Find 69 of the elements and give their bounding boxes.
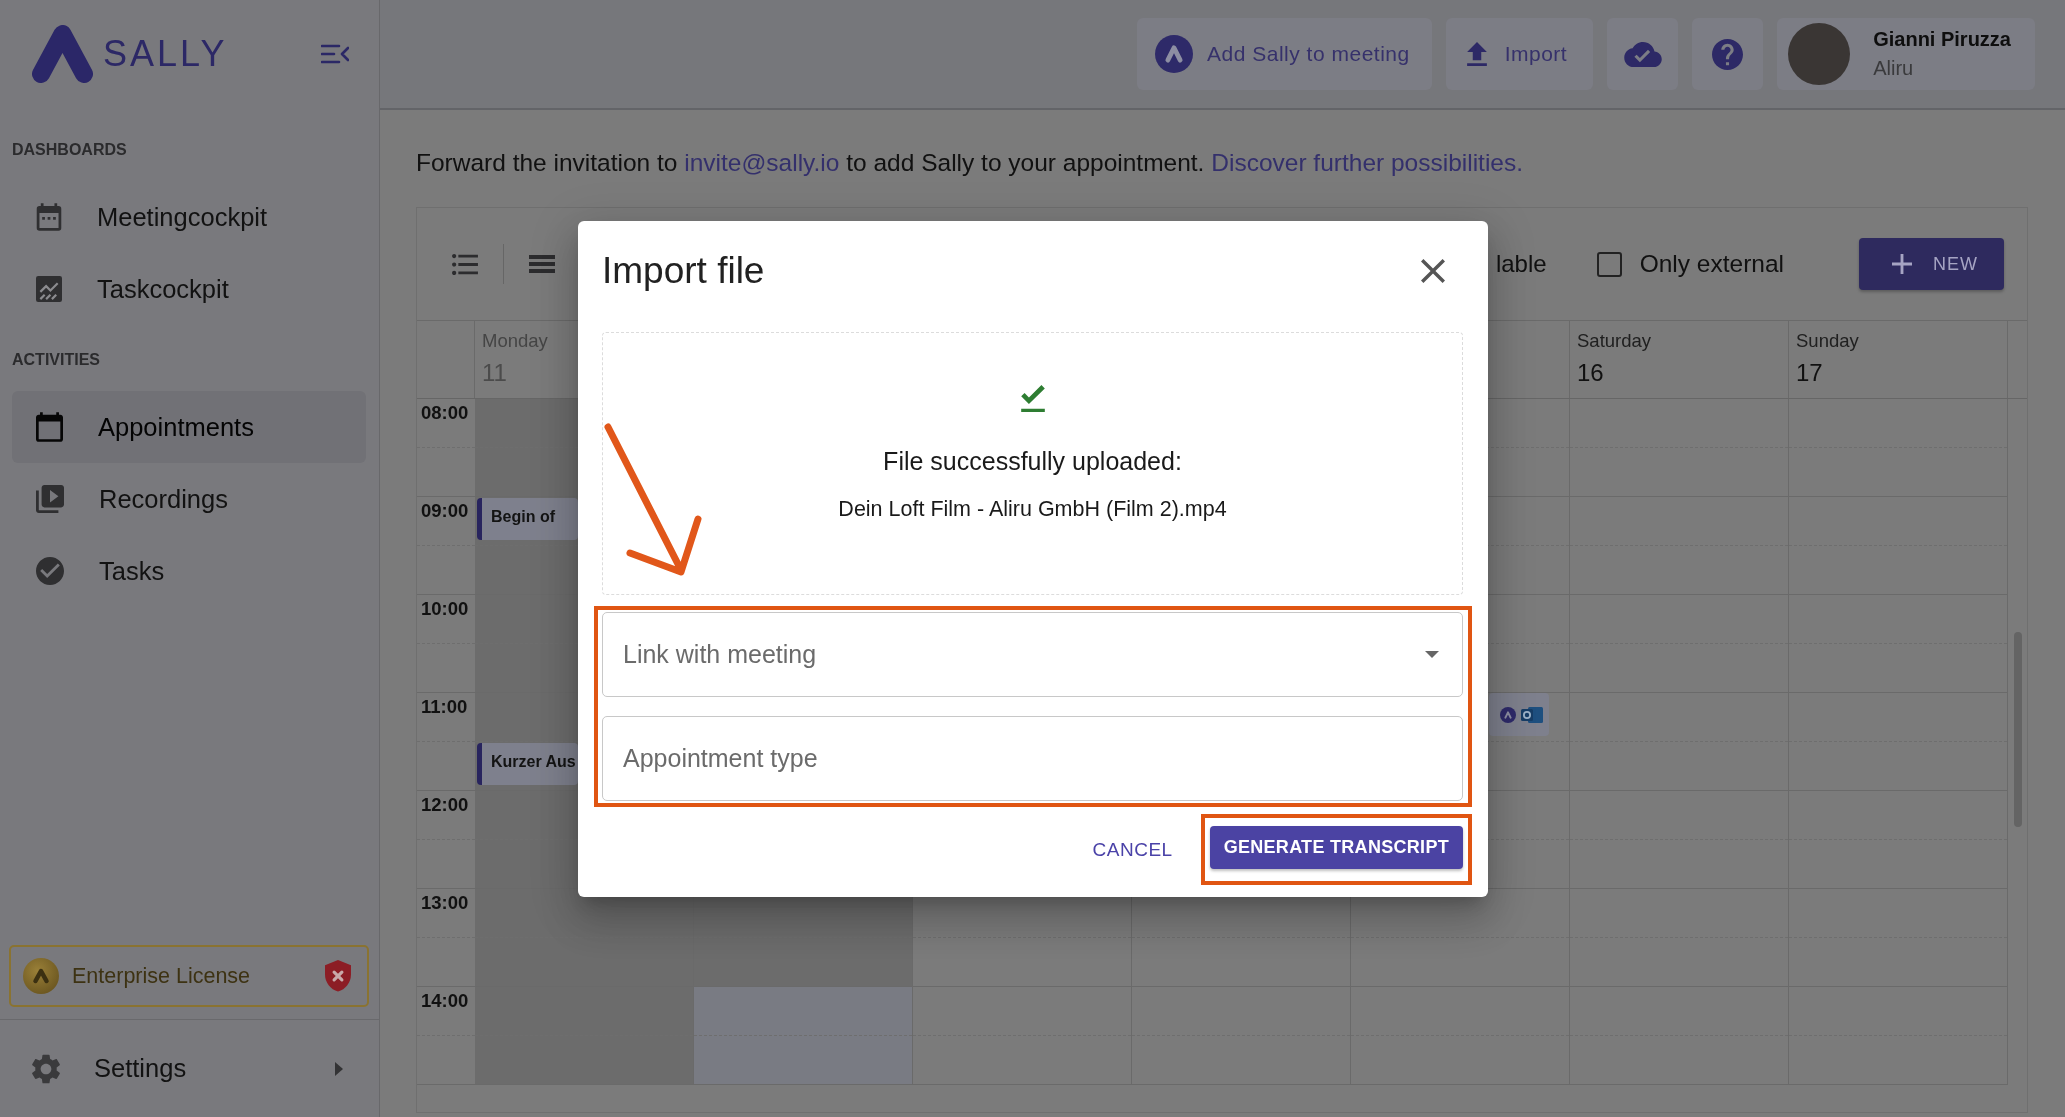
- logo-circle-icon: [1155, 35, 1194, 73]
- time-label: 12:00: [421, 795, 469, 814]
- plus-icon: [1892, 254, 1912, 274]
- event-card[interactable]: [1489, 693, 1549, 736]
- help-icon: [1712, 38, 1744, 70]
- logo-circle-icon: [1500, 706, 1516, 723]
- settings-item[interactable]: Settings: [0, 1019, 379, 1117]
- time-label: 11:00: [421, 697, 468, 716]
- chart-icon: [36, 276, 62, 302]
- video-library-icon: [36, 485, 64, 513]
- caret-right-icon: [335, 1061, 343, 1076]
- time-label: 14:00: [421, 991, 469, 1010]
- list-view-icon[interactable]: [452, 253, 478, 275]
- dropdown-caret-icon: [1425, 651, 1439, 658]
- nav-item[interactable]: Recordings: [12, 463, 366, 535]
- time-label: 09:00: [421, 501, 469, 520]
- day-name: Saturday: [1577, 330, 1652, 352]
- help-button[interactable]: [1692, 18, 1764, 90]
- generate-transcript-button[interactable]: GENERATE TRANSCRIPT: [1209, 826, 1463, 869]
- shield-x-icon: [325, 960, 351, 992]
- gear-icon: [32, 1053, 60, 1084]
- possibilities-link[interactable]: Discover further possibilities.: [1211, 149, 1524, 176]
- time-label: 13:00: [421, 893, 469, 912]
- event-card[interactable]: Kurzer Aus: [477, 743, 578, 785]
- input-field[interactable]: Appointment type: [602, 716, 1463, 801]
- time-label: 10:00: [421, 599, 469, 618]
- user-name: Gianni Piruzza: [1873, 28, 2011, 51]
- close-icon[interactable]: [1421, 259, 1445, 283]
- upload-icon: [1466, 42, 1487, 66]
- section-heading: ACTIVITIES: [11, 350, 101, 370]
- import-button[interactable]: Import: [1445, 18, 1594, 90]
- nav-item[interactable]: Tasks: [12, 535, 366, 607]
- logo-text: SALLY: [103, 36, 228, 72]
- nav-item[interactable]: Appointments: [12, 391, 366, 463]
- upload-status: File successfully uploaded:: [883, 446, 1182, 476]
- license-label: Enterprise License: [72, 963, 251, 989]
- time-label: 08:00: [421, 403, 469, 422]
- license-logo-icon: [23, 958, 59, 994]
- filter-label: lable: [1495, 250, 1547, 278]
- event-card[interactable]: Begin of: [477, 498, 578, 540]
- license-badge[interactable]: Enterprise License: [9, 945, 369, 1007]
- nav-item[interactable]: Taskcockpit: [12, 253, 366, 325]
- day-date: 16: [1577, 358, 1604, 388]
- mail-app-icon: [1521, 704, 1543, 725]
- nav-item[interactable]: Meetingcockpit: [12, 181, 366, 253]
- file-name: Dein Loft Film - Aliru GmbH (Film 2).mp4: [838, 497, 1227, 521]
- checkbox-label[interactable]: Only external: [1639, 250, 1784, 278]
- cloud-check-icon: [1623, 41, 1662, 67]
- calendar-icon: [36, 412, 63, 442]
- day-date: 17: [1796, 358, 1823, 388]
- day-name: Sunday: [1796, 330, 1859, 352]
- rows-view-icon[interactable]: [529, 255, 555, 273]
- checkbox[interactable]: [1596, 251, 1622, 277]
- dropdown-field[interactable]: Link with meeting: [602, 612, 1463, 697]
- calendar-dots-icon: [36, 202, 62, 232]
- dialog-title: Import file: [602, 250, 765, 292]
- upload-dropzone[interactable]: File successfully uploaded: Dein Loft Film - Aliru GmbH (Film 2).mp4: [602, 332, 1463, 595]
- user-menu-button[interactable]: Gianni Piruzza Aliru: [1777, 18, 2035, 90]
- user-company: Aliru: [1873, 57, 1914, 80]
- cancel-button[interactable]: CANCEL: [1088, 830, 1177, 869]
- cloud-sync-button[interactable]: [1607, 18, 1679, 90]
- logo-icon: [32, 25, 93, 83]
- section-heading: DASHBOARDS: [11, 140, 128, 160]
- email-link[interactable]: invite@sally.io: [684, 149, 840, 176]
- invitation-notice: Forward the invitation to invite@sally.io to add Sally to your appointment. Discover further possibilities.: [416, 149, 1525, 177]
- check-underline-icon: [1020, 385, 1045, 412]
- menu-collapse-icon[interactable]: [321, 44, 349, 64]
- new-button[interactable]: NEW: [1859, 238, 2004, 290]
- add-to-meeting-button[interactable]: Add Sally to meeting: [1137, 18, 1432, 90]
